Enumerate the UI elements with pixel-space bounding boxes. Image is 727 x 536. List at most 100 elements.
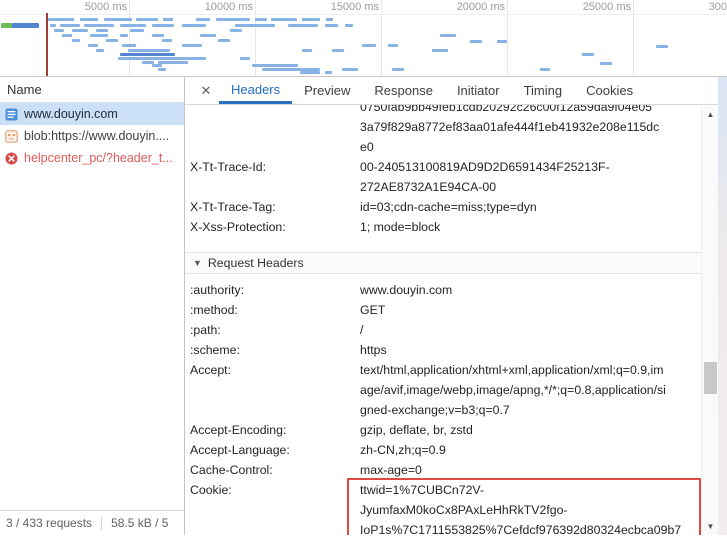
tab-cookies[interactable]: Cookies (574, 77, 645, 104)
waterfall-bar (325, 24, 338, 27)
header-value-line: 272AE8732A1E94CA-00 (360, 177, 701, 197)
waterfall-bar (255, 18, 267, 21)
request-row[interactable]: www.douyin.com (0, 103, 184, 125)
scroll-up-icon[interactable]: ▲ (702, 106, 719, 123)
waterfall-bar (182, 44, 202, 47)
waterfall-bar (288, 24, 318, 27)
header-name: X-Tt-Trace-Id: (190, 157, 360, 197)
waterfall-bar (122, 44, 136, 47)
header-row: Cache-Control:max-age=0 (190, 460, 727, 480)
waterfall-bar (540, 68, 550, 71)
waterfall-bar (362, 44, 376, 47)
header-value: max-age=0 (360, 460, 701, 480)
waterfall-bar (158, 68, 166, 71)
waterfall-bar (152, 64, 162, 67)
headers-content[interactable]: 0750fab9bb49feb1cdb20292c26c00f12a59da9f… (185, 105, 727, 535)
request-row[interactable]: blob:https://www.douyin.... (0, 125, 184, 147)
header-row: X-Tt-Trace-Tag:id=03;cdn-cache=miss;type… (190, 197, 727, 217)
waterfall-bar (152, 24, 174, 27)
ruler-tick-label: 5000 ms (85, 1, 127, 13)
header-value-line: 00-240513100819AD9D2D6591434F25213F- (360, 157, 701, 177)
header-name (190, 105, 360, 157)
waterfall-bar (216, 18, 250, 21)
header-name: Accept-Language: (190, 440, 360, 460)
header-value-line: / (360, 320, 701, 340)
header-name: Cache-Control: (190, 460, 360, 480)
request-headers-rows: :authority:www.douyin.com:method:GET:pat… (190, 280, 727, 535)
header-row: Accept:text/html,application/xhtml+xml,a… (190, 360, 727, 420)
scrollbar[interactable]: ▲ ▼ (701, 106, 718, 535)
header-row: :path:/ (190, 320, 727, 340)
header-value: ttwid=1%7CUBCn72V-JyumfaxM0koCx8PAxLeHhR… (360, 480, 701, 535)
waterfall-bar (326, 18, 333, 21)
waterfall-bar (162, 39, 172, 42)
header-value: 0750fab9bb49feb1cdb20292c26c00f12a59da9f… (360, 105, 701, 157)
timeline-gridline (381, 0, 382, 76)
header-value-line: 3a79f829a8772ef83aa01afe444f1eb41932e208… (360, 117, 701, 137)
waterfall-bar (440, 34, 456, 37)
request-headers-section-toggle[interactable]: ▼ Request Headers (185, 252, 727, 274)
request-label: blob:https://www.douyin.... (24, 129, 169, 143)
header-value: 1; mode=block (360, 217, 701, 237)
tab-initiator[interactable]: Initiator (445, 77, 512, 104)
waterfall-bar (325, 71, 332, 74)
request-list: www.douyin.com blob:https://www.douyin...… (0, 103, 184, 169)
scroll-down-icon[interactable]: ▼ (702, 518, 719, 535)
header-row: Accept-Language:zh-CN,zh;q=0.9 (190, 440, 727, 460)
waterfall-bar (62, 34, 72, 37)
waterfall-bar (497, 40, 507, 43)
waterfall-bar (271, 18, 297, 21)
close-icon[interactable]: ✕ (193, 77, 219, 104)
ruler-tick-label: 20000 ms (457, 1, 505, 13)
column-header-name[interactable]: Name (0, 77, 184, 103)
document-icon (5, 108, 18, 121)
tab-headers[interactable]: Headers (219, 77, 292, 104)
tab-timing[interactable]: Timing (512, 77, 575, 104)
header-name: :authority: (190, 280, 360, 300)
header-row: Accept-Encoding:gzip, deflate, br, zstd (190, 420, 727, 440)
waterfall-bar (432, 49, 448, 52)
header-value-line: gzip, deflate, br, zstd (360, 420, 701, 440)
request-details-panel: ✕ HeadersPreviewResponseInitiatorTimingC… (185, 77, 727, 535)
waterfall-bar (196, 18, 210, 21)
ruler-tick-label: 30000 ms (709, 1, 727, 13)
waterfall-bar (158, 61, 188, 64)
header-value: GET (360, 300, 701, 320)
waterfall-bar (72, 39, 80, 42)
waterfall-bar (182, 24, 206, 27)
media-icon (5, 130, 18, 143)
waterfall-bar (470, 40, 482, 43)
error-icon (5, 152, 18, 165)
clipped-header-value: 0750fab9bb49feb1cdb20292c26c00f12a59da9f… (190, 105, 727, 157)
header-name: X-Tt-Trace-Tag: (190, 197, 360, 217)
header-row: X-Xss-Protection:1; mode=block (190, 217, 727, 237)
request-row[interactable]: helpcenter_pc/?header_t... (0, 147, 184, 169)
section-title: Request Headers (208, 253, 304, 274)
header-value: id=03;cdn-cache=miss;type=dyn (360, 197, 701, 217)
waterfall-bar (163, 18, 173, 21)
load-event-line (46, 13, 48, 76)
header-row: :scheme:https (190, 340, 727, 360)
details-tab-bar: ✕ HeadersPreviewResponseInitiatorTimingC… (185, 77, 727, 105)
request-label: helpcenter_pc/?header_t... (24, 151, 173, 165)
waterfall-bar (582, 53, 594, 56)
waterfall-bar (12, 23, 39, 28)
header-name: X-Xss-Protection: (190, 217, 360, 237)
waterfall-bar (88, 44, 98, 47)
timeline-gridline (507, 0, 508, 76)
waterfall-bar (1, 23, 12, 28)
tab-preview[interactable]: Preview (292, 77, 362, 104)
header-value: www.douyin.com (360, 280, 701, 300)
header-name: Accept-Encoding: (190, 420, 360, 440)
header-row: 0750fab9bb49feb1cdb20292c26c00f12a59da9f… (190, 105, 727, 157)
waterfall-bar (130, 29, 144, 32)
waterfall-bar (345, 24, 353, 27)
header-value-line: IoP1s%7C1711553825%7Cefdcf976392d80324ec… (360, 520, 697, 535)
tab-response[interactable]: Response (362, 77, 445, 104)
header-value-line: JyumfaxM0koCx8PAxLeHhRkTV2fgo- (360, 500, 697, 520)
waterfall-bar (80, 18, 98, 21)
waterfall-bar (72, 29, 88, 32)
scrollbar-thumb[interactable] (704, 362, 717, 394)
header-value-line: text/html,application/xhtml+xml,applicat… (360, 360, 701, 380)
network-overview-timeline[interactable]: 5000 ms10000 ms15000 ms20000 ms25000 ms3… (0, 0, 727, 77)
